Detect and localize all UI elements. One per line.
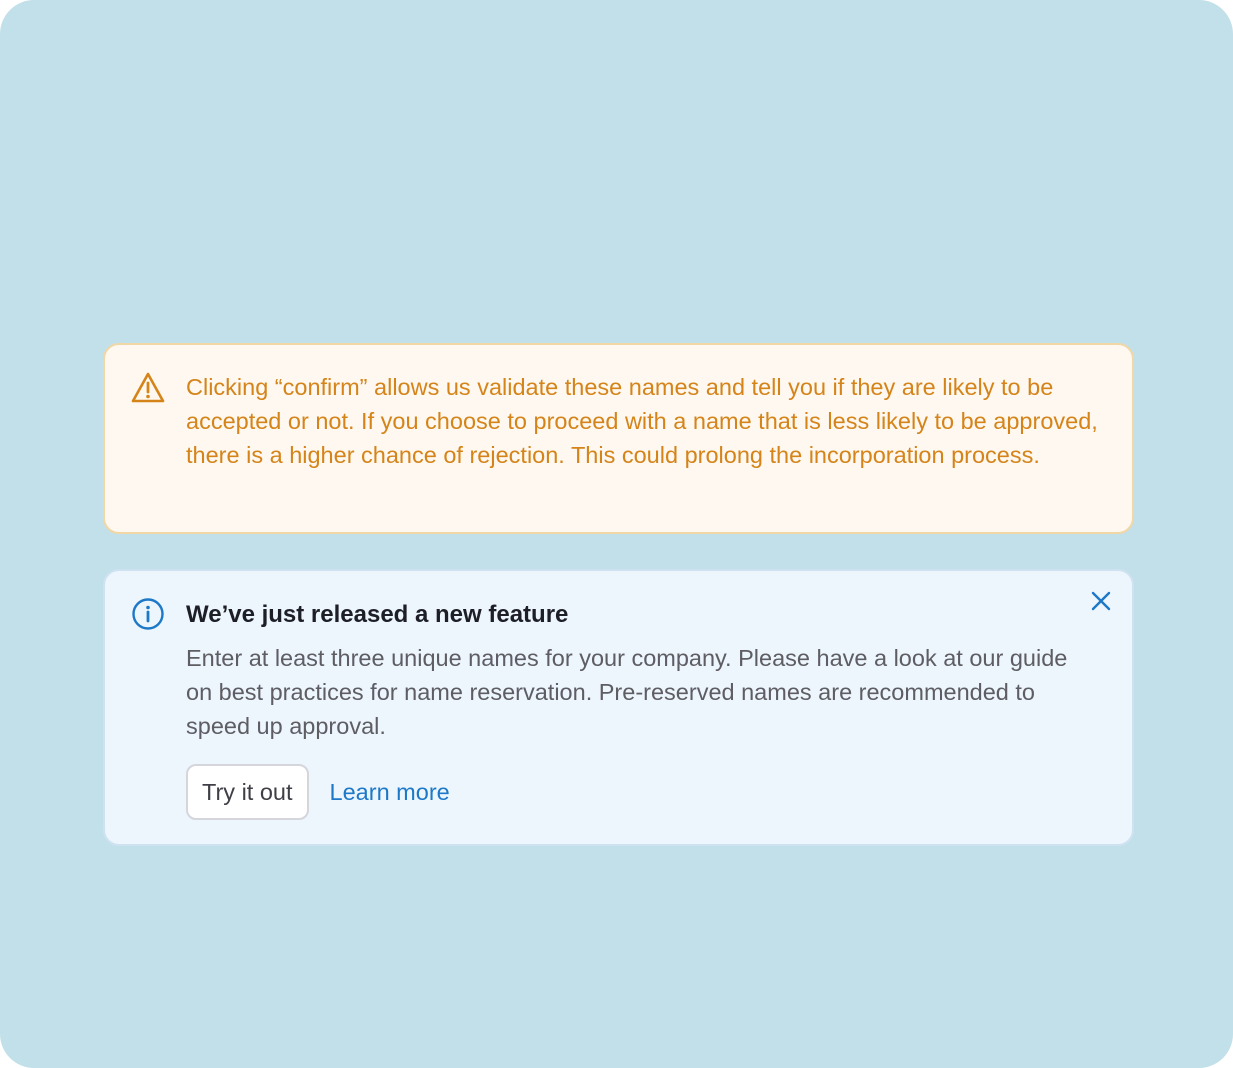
- info-title: We’ve just released a new feature: [186, 601, 569, 628]
- close-icon: [1091, 591, 1111, 616]
- close-button[interactable]: [1083, 585, 1119, 621]
- info-body: Enter at least three unique names for yo…: [186, 645, 1068, 739]
- warning-message: Clicking “confirm” allows us validate th…: [186, 374, 1098, 468]
- warning-triangle-icon: [130, 370, 166, 406]
- learn-more-link[interactable]: Learn more: [330, 779, 450, 806]
- info-actions: Try it out Learn more: [186, 764, 450, 820]
- try-it-out-button[interactable]: Try it out: [186, 764, 309, 820]
- page-canvas: Clicking “confirm” allows us validate th…: [0, 0, 1233, 1068]
- info-circle-icon: [130, 596, 166, 632]
- info-alert: We’ve just released a new feature Enter …: [103, 569, 1134, 846]
- warning-alert: Clicking “confirm” allows us validate th…: [103, 343, 1134, 534]
